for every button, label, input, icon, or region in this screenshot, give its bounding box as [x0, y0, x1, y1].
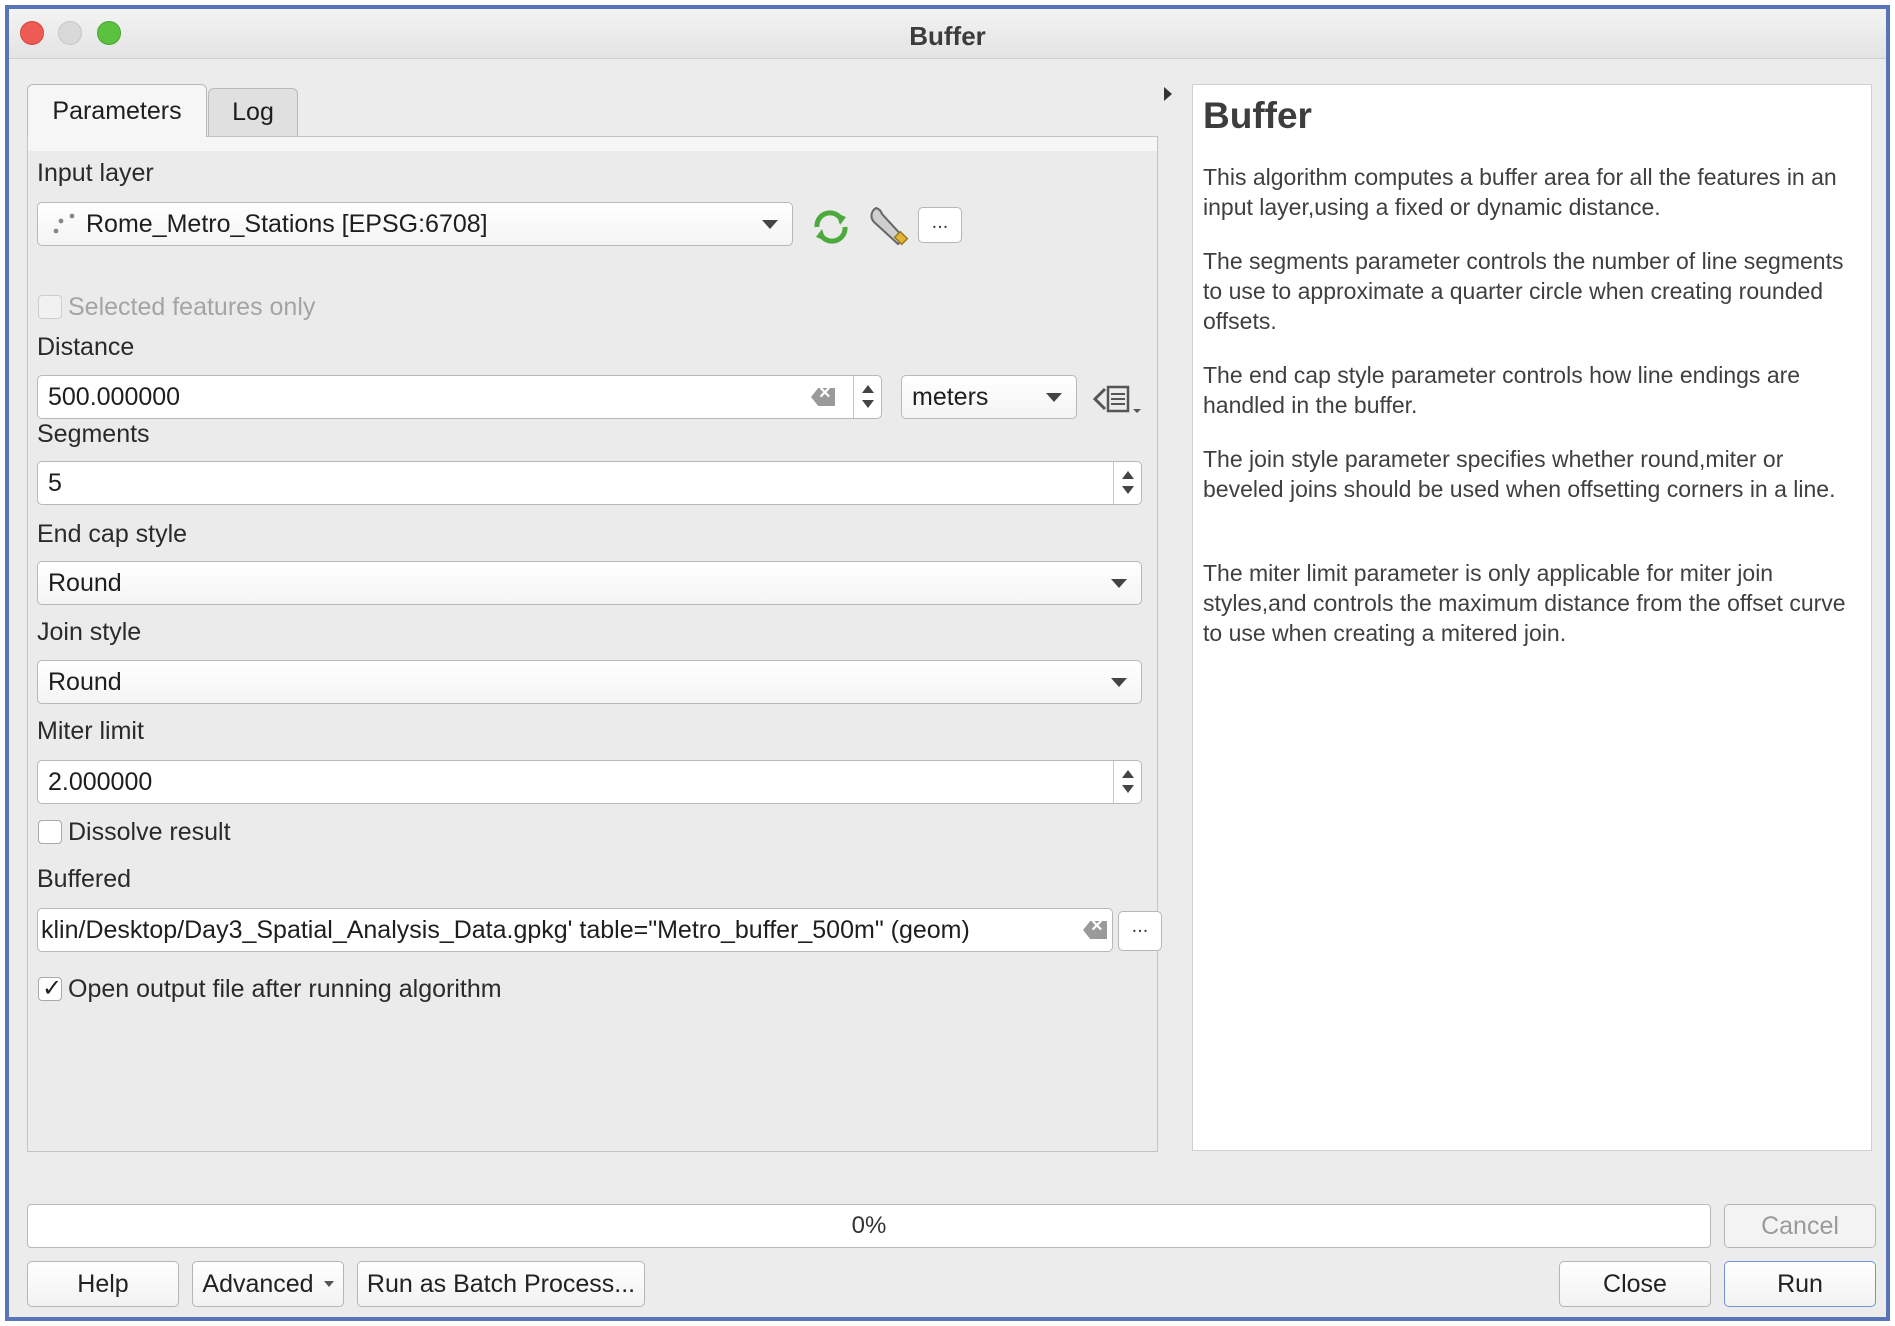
chevron-down-icon [1111, 678, 1127, 687]
dissolve-checkbox[interactable] [38, 820, 62, 844]
point-layer-icon [53, 213, 75, 234]
chevron-down-icon [1111, 579, 1127, 588]
input-layer-label: Input layer [37, 159, 154, 187]
buffered-output-options-button[interactable]: ... [1118, 911, 1162, 951]
help-paragraph: The end cap style parameter controls how… [1203, 362, 1801, 418]
window-title: Buffer [909, 21, 986, 51]
advanced-button[interactable]: Advanced [192, 1261, 344, 1307]
input-layer-value: Rome_Metro_Stations [EPSG:6708] [86, 209, 488, 238]
collapse-help-icon[interactable] [1164, 87, 1172, 101]
input-layer-options-button[interactable]: ... [918, 207, 962, 243]
buffered-output-value: klin/Desktop/Day3_Spatial_Analysis_Data.… [41, 915, 970, 944]
distance-unit-value: meters [912, 382, 989, 411]
join-style-value: Round [48, 667, 122, 696]
chevron-down-icon [323, 1281, 334, 1287]
close-button[interactable]: Close [1559, 1261, 1711, 1307]
reload-icon[interactable] [808, 207, 854, 247]
miter-limit-value: 2.000000 [48, 767, 153, 796]
panel-top-strip [28, 137, 1157, 151]
help-paragraph: The join style parameter specifies wheth… [1203, 446, 1836, 502]
end-cap-label: End cap style [37, 520, 188, 548]
checkmark-icon: ✓ [42, 975, 63, 1002]
segments-spinner[interactable] [1113, 462, 1141, 504]
distance-input[interactable]: 500.000000 [37, 375, 882, 419]
segments-input[interactable]: 5 [37, 461, 1142, 505]
clear-icon[interactable] [811, 388, 835, 406]
run-button[interactable]: Run [1724, 1261, 1876, 1307]
join-style-combo[interactable]: Round [37, 660, 1142, 704]
help-paragraph: This algorithm computes a buffer area fo… [1203, 164, 1837, 220]
buffered-output-input[interactable]: klin/Desktop/Day3_Spatial_Analysis_Data.… [37, 908, 1113, 952]
open-output-label: Open output file after running algorithm [68, 975, 502, 1003]
distance-value: 500.000000 [48, 382, 181, 411]
help-button[interactable]: Help [27, 1261, 179, 1307]
progress-text: 0% [851, 1212, 887, 1239]
distance-label: Distance [37, 333, 135, 361]
help-paragraph: The segments parameter controls the numb… [1203, 248, 1844, 334]
run-batch-button[interactable]: Run as Batch Process... [357, 1261, 645, 1307]
selected-features-checkbox[interactable] [38, 295, 62, 319]
help-panel: Buffer This algorithm computes a buffer … [1192, 84, 1872, 1151]
input-layer-combo[interactable]: Rome_Metro_Stations [EPSG:6708] [37, 202, 793, 246]
join-style-label: Join style [37, 618, 142, 646]
segments-value: 5 [48, 468, 62, 497]
tab-log[interactable]: Log [208, 88, 298, 136]
chevron-down-icon [1046, 393, 1062, 402]
tab-parameters[interactable]: Parameters [27, 84, 207, 137]
buffer-dialog: Buffer Parameters Log Input layer Rome_M… [5, 5, 1890, 1321]
miter-limit-input[interactable]: 2.000000 [37, 760, 1142, 804]
wrench-icon[interactable] [866, 202, 916, 248]
cancel-button[interactable]: Cancel [1724, 1204, 1876, 1248]
help-paragraph: The miter limit parameter is only applic… [1203, 560, 1846, 646]
miter-limit-spinner[interactable] [1113, 761, 1141, 803]
data-defined-override-icon[interactable] [1091, 379, 1147, 419]
clear-icon[interactable] [1083, 921, 1107, 939]
segments-label: Segments [37, 420, 150, 448]
buffered-label: Buffered [37, 865, 132, 893]
advanced-label: Advanced [202, 1269, 314, 1298]
distance-unit-combo[interactable]: meters [901, 375, 1077, 419]
miter-limit-label: Miter limit [37, 717, 144, 745]
chevron-down-icon [762, 220, 778, 229]
help-title: Buffer [1203, 95, 1312, 136]
selected-features-label: Selected features only [68, 293, 316, 321]
dissolve-label: Dissolve result [68, 818, 231, 846]
distance-spinner[interactable] [853, 376, 881, 418]
title-bar: Buffer [9, 9, 1886, 59]
end-cap-value: Round [48, 568, 122, 597]
parameters-panel: Input layer Rome_Metro_Stations [EPSG:67… [27, 136, 1162, 1152]
end-cap-combo[interactable]: Round [37, 561, 1142, 605]
open-output-checkbox[interactable]: ✓ [38, 975, 63, 1002]
progress-bar: 0% [27, 1204, 1711, 1248]
